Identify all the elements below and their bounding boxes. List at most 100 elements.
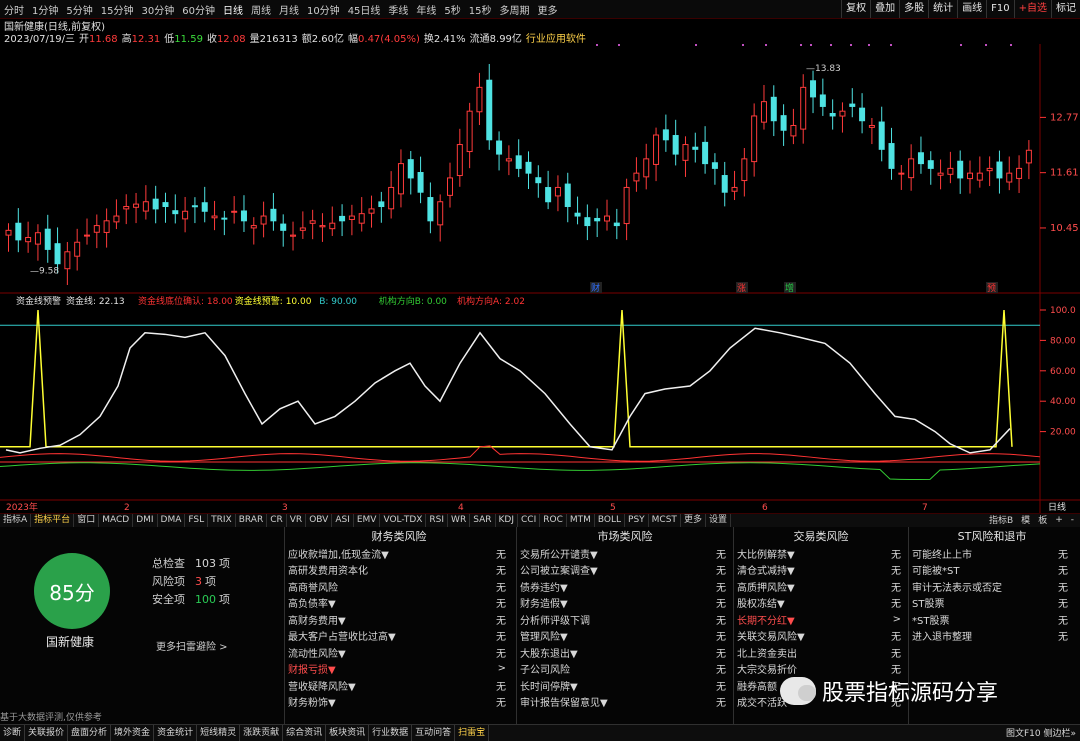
period-tab[interactable]: 更多 xyxy=(534,2,562,17)
indicator-tab[interactable]: MTM xyxy=(567,514,595,527)
risk-item[interactable]: 大比例解禁▼ 无 xyxy=(737,545,905,562)
risk-item[interactable]: 高财务费用▼ 无 xyxy=(288,611,510,628)
risk-item[interactable]: 流动性风险▼ 无 xyxy=(288,644,510,661)
risk-item[interactable]: 大股东退出▼ 无 xyxy=(520,644,730,661)
indicator-tab[interactable]: TRIX xyxy=(208,514,236,527)
toolbar-button[interactable]: 复权 xyxy=(841,0,870,18)
risk-item[interactable]: ST股票 无 xyxy=(912,595,1072,612)
risk-item[interactable]: 高研发费用资本化 无 xyxy=(288,562,510,579)
axis-mode[interactable]: 日线 xyxy=(1048,501,1066,513)
indicator-tab[interactable]: DMI xyxy=(133,514,158,527)
risk-item[interactable]: 关联交易风险▼ 无 xyxy=(737,628,905,645)
indicator-tab[interactable]: PSY xyxy=(625,514,649,527)
period-tab[interactable]: 30分钟 xyxy=(137,2,178,17)
indicator-tab[interactable]: OBV xyxy=(306,514,333,527)
period-tab[interactable]: 10分钟 xyxy=(303,2,344,17)
risk-item[interactable]: 财报亏损▼ > xyxy=(288,661,510,678)
indicator-tab[interactable]: CR xyxy=(267,514,287,527)
indicator-tab[interactable]: RSI xyxy=(426,514,449,527)
toolbar-button[interactable]: F10 xyxy=(986,0,1013,18)
period-tab[interactable]: 日线 xyxy=(219,2,247,17)
risk-item[interactable]: *ST股票 无 xyxy=(912,611,1072,628)
risk-item[interactable]: 管理风险▼ 无 xyxy=(520,628,730,645)
risk-item[interactable]: 高商誉风险 无 xyxy=(288,578,510,595)
bottom-tab[interactable]: 涨跌贡献 xyxy=(240,725,284,741)
indicator-tool[interactable]: - xyxy=(1067,515,1078,525)
bottom-tab[interactable]: 互动问答 xyxy=(412,725,456,741)
indicator-tab[interactable]: CCI xyxy=(518,514,541,527)
indicator-tab[interactable]: ASI xyxy=(332,514,354,527)
indicator-tool[interactable]: 指标B xyxy=(985,513,1017,526)
indicator-tab[interactable]: KDJ xyxy=(496,514,518,527)
period-tab[interactable]: 15秒 xyxy=(465,2,496,17)
indicator-tab[interactable]: 更多 xyxy=(681,514,706,527)
risk-item[interactable]: 子公司风险 无 xyxy=(520,661,730,678)
risk-item[interactable]: 长时间停牌▼ 无 xyxy=(520,677,730,694)
risk-item[interactable]: 审计无法表示或否定 无 xyxy=(912,578,1072,595)
risk-item[interactable]: 分析师评级下调 无 xyxy=(520,611,730,628)
indicator-tab[interactable]: FSL xyxy=(185,514,209,527)
risk-item[interactable]: 高负债率▼ 无 xyxy=(288,595,510,612)
risk-item[interactable]: 公司被立案调查▼ 无 xyxy=(520,562,730,579)
period-tab[interactable]: 5分钟 xyxy=(62,2,96,17)
bottom-tab[interactable]: 关联报价 xyxy=(25,725,69,741)
candlestick-chart[interactable]: 12.77 11.61 10.45 —13.83 —9.58 财 涨 增 预 xyxy=(0,44,1080,294)
bottom-tab[interactable]: 短线精灵 xyxy=(197,725,241,741)
indicator-tab[interactable]: VOL-TDX xyxy=(380,514,427,527)
risk-item[interactable]: 债券违约▼ 无 xyxy=(520,578,730,595)
indicator-tab[interactable]: DMA xyxy=(158,514,186,527)
bottom-tab[interactable]: 板块资讯 xyxy=(326,725,370,741)
bottom-tab[interactable]: 资金统计 xyxy=(154,725,198,741)
risk-item[interactable]: 财务粉饰▼ 无 xyxy=(288,694,510,711)
risk-item[interactable]: 最大客户占营收比过高▼ 无 xyxy=(288,628,510,645)
risk-item[interactable]: 应收款增加,低现金流▼ 无 xyxy=(288,545,510,562)
bottom-tab[interactable]: 诊断 xyxy=(0,725,26,741)
risk-item[interactable]: 北上资金卖出 无 xyxy=(737,644,905,661)
risk-item[interactable]: 营收疑降风险▼ 无 xyxy=(288,677,510,694)
sidebar-toggle[interactable]: 图文F10 侧边栏» xyxy=(1006,724,1076,740)
risk-item[interactable]: 进入退市整理 无 xyxy=(912,628,1072,645)
toolbar-button[interactable]: 画线 xyxy=(957,0,986,18)
indicator-tab[interactable]: VR xyxy=(287,514,307,527)
toolbar-button[interactable]: 多股 xyxy=(899,0,928,18)
indicator-tab[interactable]: 设置 xyxy=(706,514,731,527)
indicator-chart[interactable]: 资金线预警 资金线: 22.13 资金线底位确认: 18.00 资金线预警: 10.0… xyxy=(0,294,1080,513)
toolbar-button[interactable]: +自选 xyxy=(1013,0,1051,18)
indicator-tab[interactable]: EMV xyxy=(354,514,381,527)
indicator-tool[interactable]: + xyxy=(1051,515,1067,525)
period-tab[interactable]: 1分钟 xyxy=(28,2,62,17)
risk-item[interactable]: 清仓式减持▼ 无 xyxy=(737,562,905,579)
toolbar-button[interactable]: 统计 xyxy=(928,0,957,18)
period-tab[interactable]: 60分钟 xyxy=(178,2,219,17)
period-tab[interactable]: 45日线 xyxy=(344,2,385,17)
period-tab[interactable]: 季线 xyxy=(384,2,412,17)
indicator-tab[interactable]: BOLL xyxy=(595,514,626,527)
indicator-tab[interactable]: BRAR xyxy=(236,514,268,527)
indicator-tab[interactable]: MACD xyxy=(99,514,134,527)
bottom-tab[interactable]: 综合资讯 xyxy=(283,725,327,741)
indicator-tab[interactable]: MCST xyxy=(649,514,681,527)
period-tab[interactable]: 周线 xyxy=(247,2,275,17)
indicator-tab[interactable]: ROC xyxy=(540,514,567,527)
risk-item[interactable]: 审计报告保留意见▼ 无 xyxy=(520,694,730,711)
period-tab[interactable]: 5秒 xyxy=(440,2,464,17)
indicator-tab[interactable]: WR xyxy=(448,514,471,527)
bottom-tab[interactable]: 盘面分析 xyxy=(68,725,112,741)
indicator-tab[interactable]: SAR xyxy=(470,514,496,527)
risk-item[interactable]: 高质押风险▼ 无 xyxy=(737,578,905,595)
toolbar-button[interactable]: 标记 xyxy=(1051,0,1080,18)
bottom-tab[interactable]: 行业数据 xyxy=(369,725,413,741)
indicator-tab[interactable]: 指标平台 xyxy=(31,514,75,527)
risk-item[interactable]: 可能被*ST 无 xyxy=(912,562,1072,579)
risk-item[interactable]: 可能终止上市 无 xyxy=(912,545,1072,562)
risk-item[interactable]: 交易所公开谴责▼ 无 xyxy=(520,545,730,562)
risk-item[interactable]: 财务造假▼ 无 xyxy=(520,595,730,612)
indicator-tool[interactable]: 模 xyxy=(1017,513,1034,526)
bottom-tab[interactable]: 扫雷宝 xyxy=(455,725,490,741)
indicator-tab[interactable]: 窗口 xyxy=(74,514,100,527)
bottom-tab[interactable]: 境外资金 xyxy=(111,725,155,741)
period-tab[interactable]: 年线 xyxy=(412,2,440,17)
toolbar-button[interactable]: 叠加 xyxy=(870,0,899,18)
risk-item[interactable]: 长期不分红▼ > xyxy=(737,611,905,628)
period-tab[interactable]: 多周期 xyxy=(496,2,534,17)
